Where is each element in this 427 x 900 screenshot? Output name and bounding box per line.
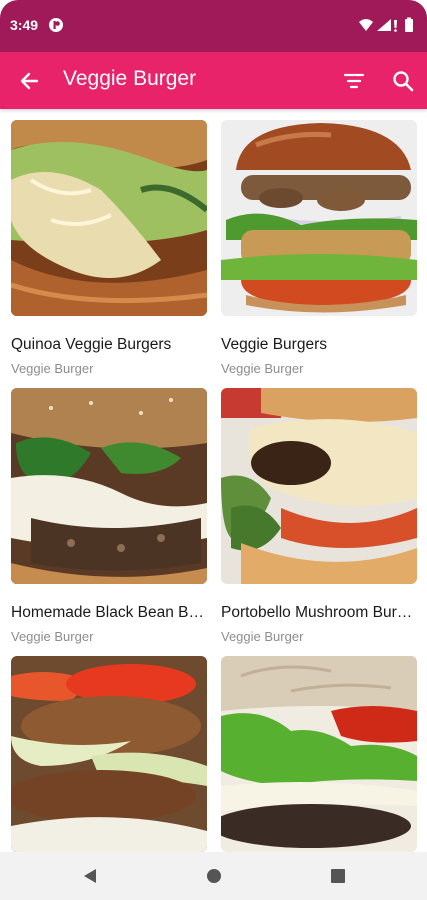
recipe-card[interactable]: Quinoa Veggie Burgers Veggie Burger: [11, 120, 207, 376]
recipe-category: Veggie Burger: [221, 361, 304, 376]
status-time: 3:49: [10, 17, 39, 33]
system-nav-bar: [0, 852, 427, 900]
search-icon[interactable]: [388, 66, 418, 96]
nav-back-icon[interactable]: [82, 868, 98, 884]
recipe-image: [11, 120, 207, 316]
recipe-name: Portobello Mushroom Burgers: [221, 604, 417, 621]
recipe-category: Veggie Burger: [221, 629, 304, 644]
nav-recents-icon[interactable]: [330, 868, 346, 884]
recipe-name: Quinoa Veggie Burgers: [11, 336, 172, 353]
filter-icon[interactable]: [339, 66, 369, 96]
page-title: Veggie Burger: [63, 67, 197, 90]
recipe-image: [221, 120, 417, 316]
signal-icon: [377, 19, 397, 32]
recipe-name: Homemade Black Bean Burgers: [11, 604, 207, 621]
recipe-image: [221, 656, 417, 852]
recipe-card[interactable]: [11, 656, 207, 852]
battery-icon: [405, 17, 413, 32]
recipe-card[interactable]: Portobello Mushroom Burgers Veggie Burge…: [221, 388, 417, 644]
recipe-image: [221, 388, 417, 584]
recipe-grid: Quinoa Veggie Burgers Veggie Burger Vegg…: [0, 109, 427, 852]
status-bar: 3:49: [0, 0, 427, 52]
nav-home-icon[interactable]: [206, 868, 222, 884]
status-indicators: [357, 16, 417, 34]
app-notification-icon: [48, 17, 64, 33]
recipe-category: Veggie Burger: [11, 629, 94, 644]
arrow-back-icon[interactable]: [14, 66, 44, 96]
recipe-name: Veggie Burgers: [221, 336, 327, 353]
wifi-icon: [359, 19, 373, 31]
recipe-image: [11, 656, 207, 852]
recipe-card[interactable]: [221, 656, 417, 852]
app-bar: Veggie Burger: [0, 52, 427, 109]
recipe-card[interactable]: Homemade Black Bean Burgers Veggie Burge…: [11, 388, 207, 644]
recipe-category: Veggie Burger: [11, 361, 94, 376]
recipe-image: [11, 388, 207, 584]
recipe-card[interactable]: Veggie Burgers Veggie Burger: [221, 120, 417, 376]
